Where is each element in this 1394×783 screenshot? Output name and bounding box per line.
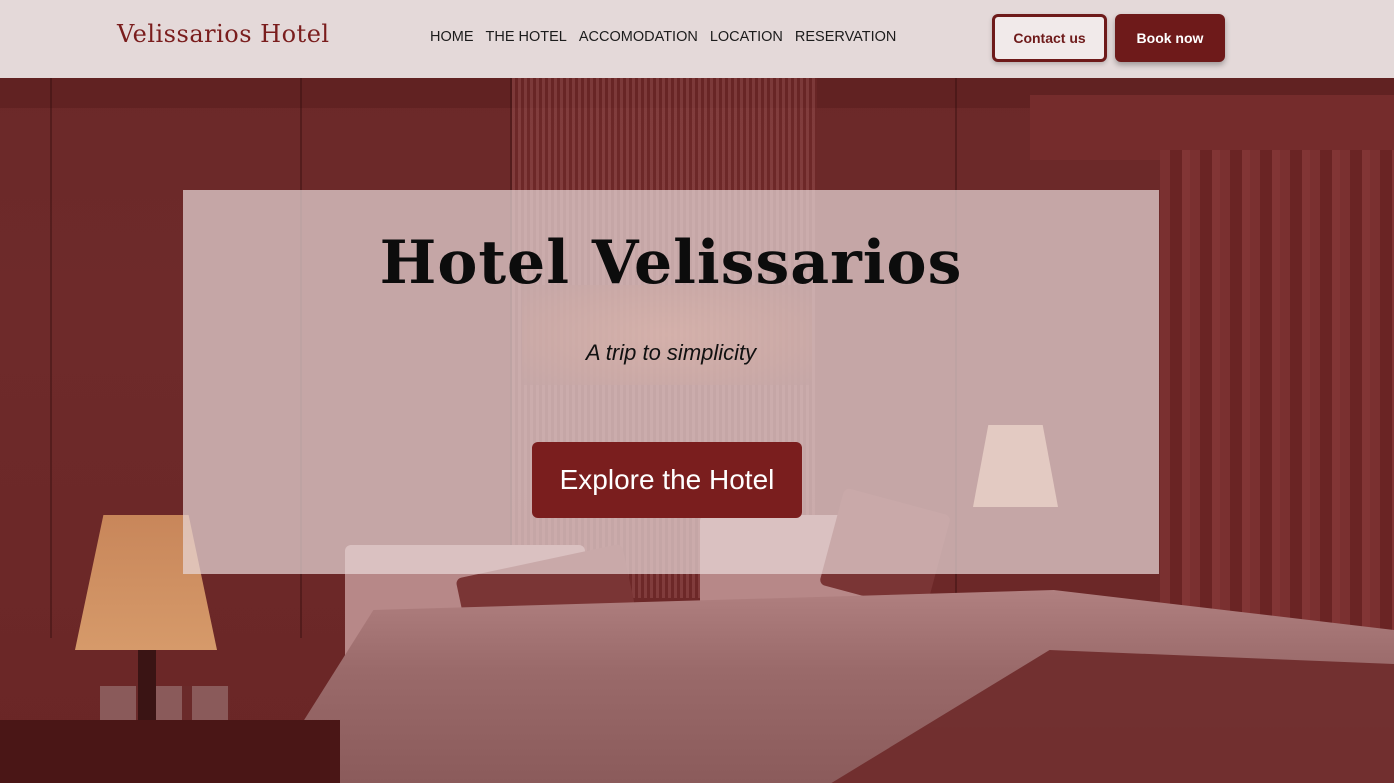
contact-us-button[interactable]: Contact us (992, 14, 1107, 62)
main-nav: HOME THE HOTEL ACCOMODATION LOCATION RES… (430, 29, 896, 45)
wall-panel (0, 78, 52, 638)
nav-home[interactable]: HOME (430, 29, 474, 45)
site-header: Velissarios Hotel HOME THE HOTEL ACCOMOD… (0, 0, 1394, 78)
hero-card: Hotel Velissarios A trip to simplicity E… (183, 190, 1159, 574)
nav-reservation[interactable]: RESERVATION (795, 29, 897, 45)
nav-the-hotel[interactable]: THE HOTEL (486, 29, 567, 45)
hero-tagline: A trip to simplicity (585, 340, 757, 365)
nav-location[interactable]: LOCATION (710, 29, 783, 45)
nightstand (0, 720, 340, 783)
book-now-button[interactable]: Book now (1115, 14, 1225, 62)
explore-hotel-button[interactable]: Explore the Hotel (532, 442, 802, 518)
nav-accomodation[interactable]: ACCOMODATION (579, 29, 698, 45)
brand-logo[interactable]: Velissarios Hotel (117, 20, 330, 48)
hero-title: Hotel Velissarios (379, 228, 963, 298)
